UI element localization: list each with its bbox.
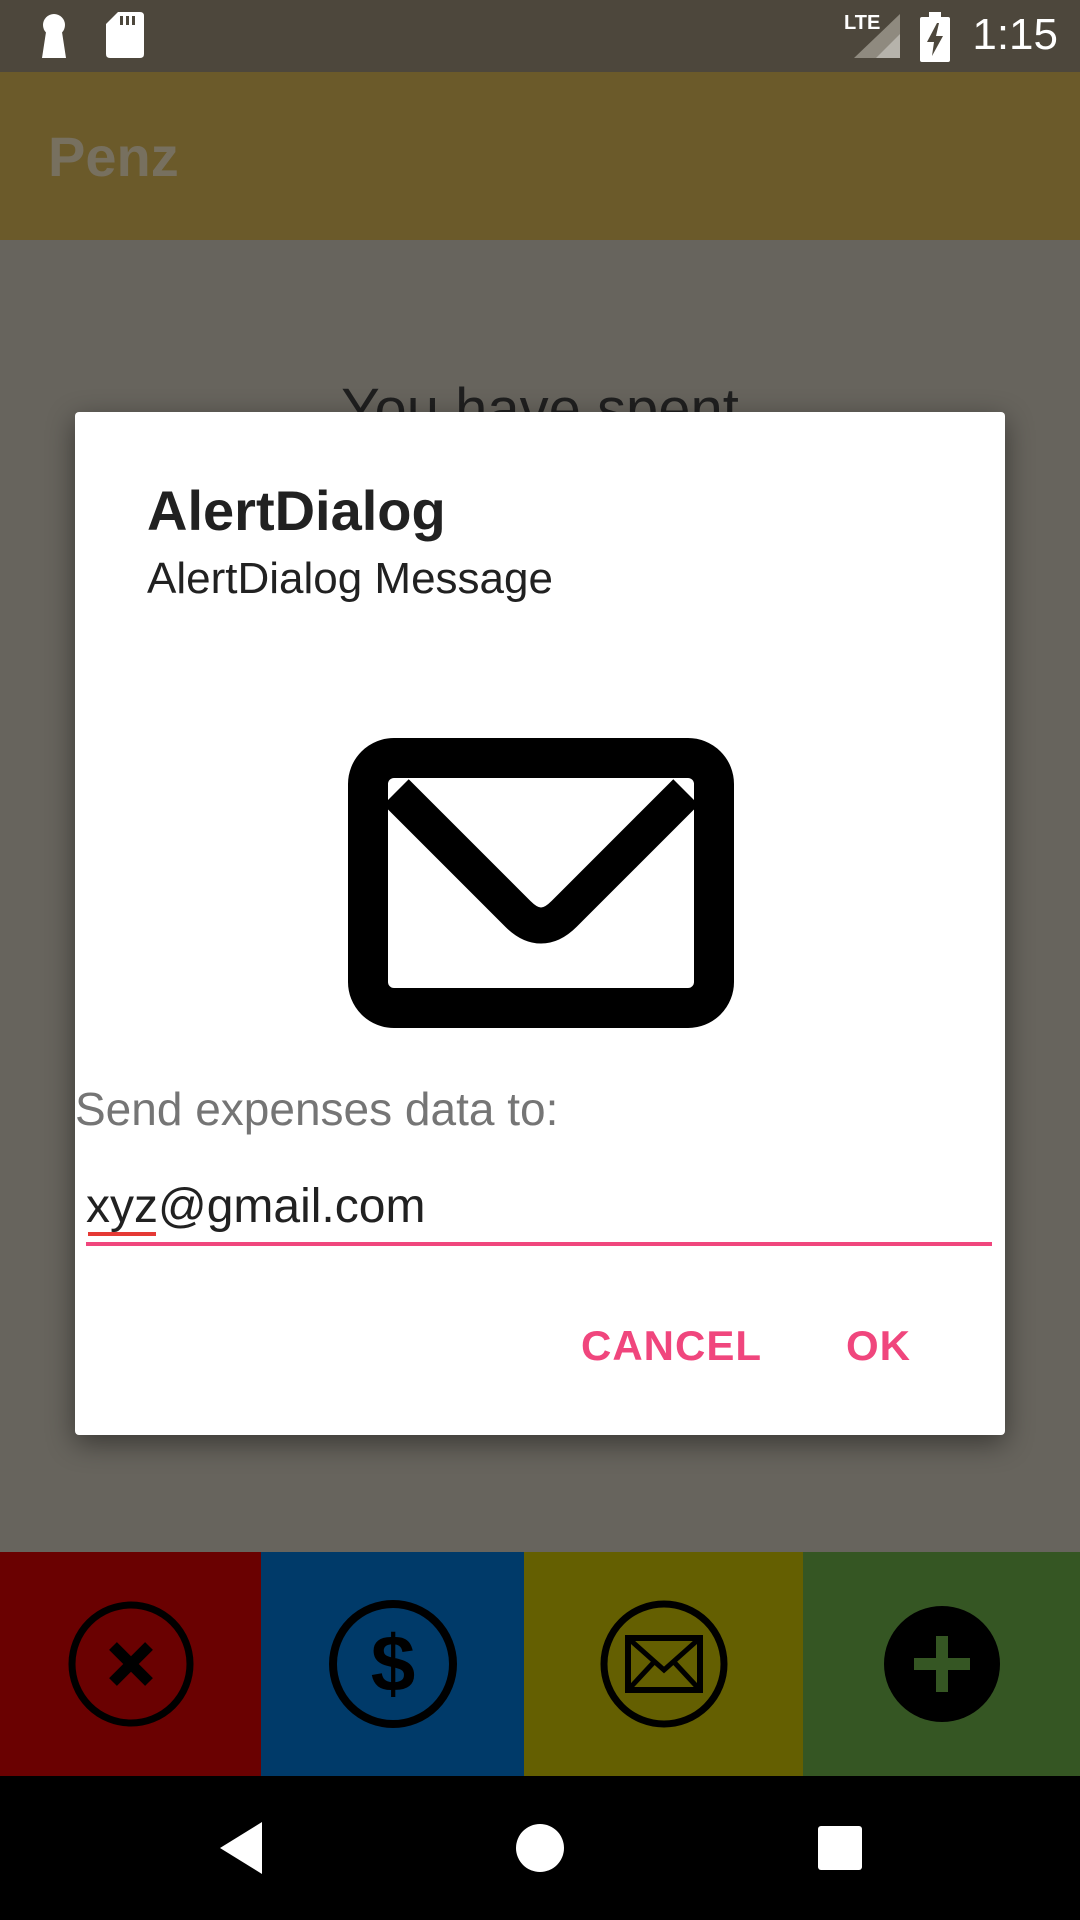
battery-charging-icon [920, 12, 950, 62]
app-title: Penz [48, 125, 179, 188]
recents-icon[interactable] [816, 1812, 864, 1884]
navigation-bar [0, 1776, 1080, 1920]
cancel-action-button[interactable] [0, 1552, 261, 1776]
add-action-button[interactable] [803, 1552, 1080, 1776]
dollar-icon: $ [328, 1600, 457, 1728]
mail-icon [600, 1600, 727, 1728]
app-bar: Penz [0, 72, 1080, 240]
add-icon [883, 1606, 1000, 1722]
action-bar: $ [0, 1552, 1080, 1776]
back-icon[interactable] [216, 1812, 264, 1884]
spellcheck-underline [88, 1232, 156, 1236]
status-bar: LTE 1:15 [0, 0, 1080, 72]
email-prompt-label: Send expenses data to: [75, 1083, 559, 1135]
close-icon [68, 1601, 193, 1727]
alert-dialog: AlertDialog AlertDialog Message Send exp… [75, 412, 1005, 1435]
dialog-message: AlertDialog Message [147, 554, 553, 603]
svg-text:$: $ [370, 1619, 415, 1708]
email-field[interactable] [86, 1174, 992, 1246]
keyhole-icon [42, 14, 66, 58]
signal-icon [854, 14, 900, 58]
email-action-button[interactable] [524, 1552, 803, 1776]
status-time: 1:15 [972, 10, 1058, 59]
ok-button[interactable]: OK [846, 1322, 911, 1370]
cancel-button[interactable]: CANCEL [581, 1322, 762, 1370]
dialog-title: AlertDialog [147, 479, 446, 542]
envelope-icon [348, 738, 734, 1028]
home-icon[interactable] [510, 1812, 570, 1884]
expenses-action-button[interactable]: $ [261, 1552, 524, 1776]
sd-card-icon [106, 12, 144, 58]
